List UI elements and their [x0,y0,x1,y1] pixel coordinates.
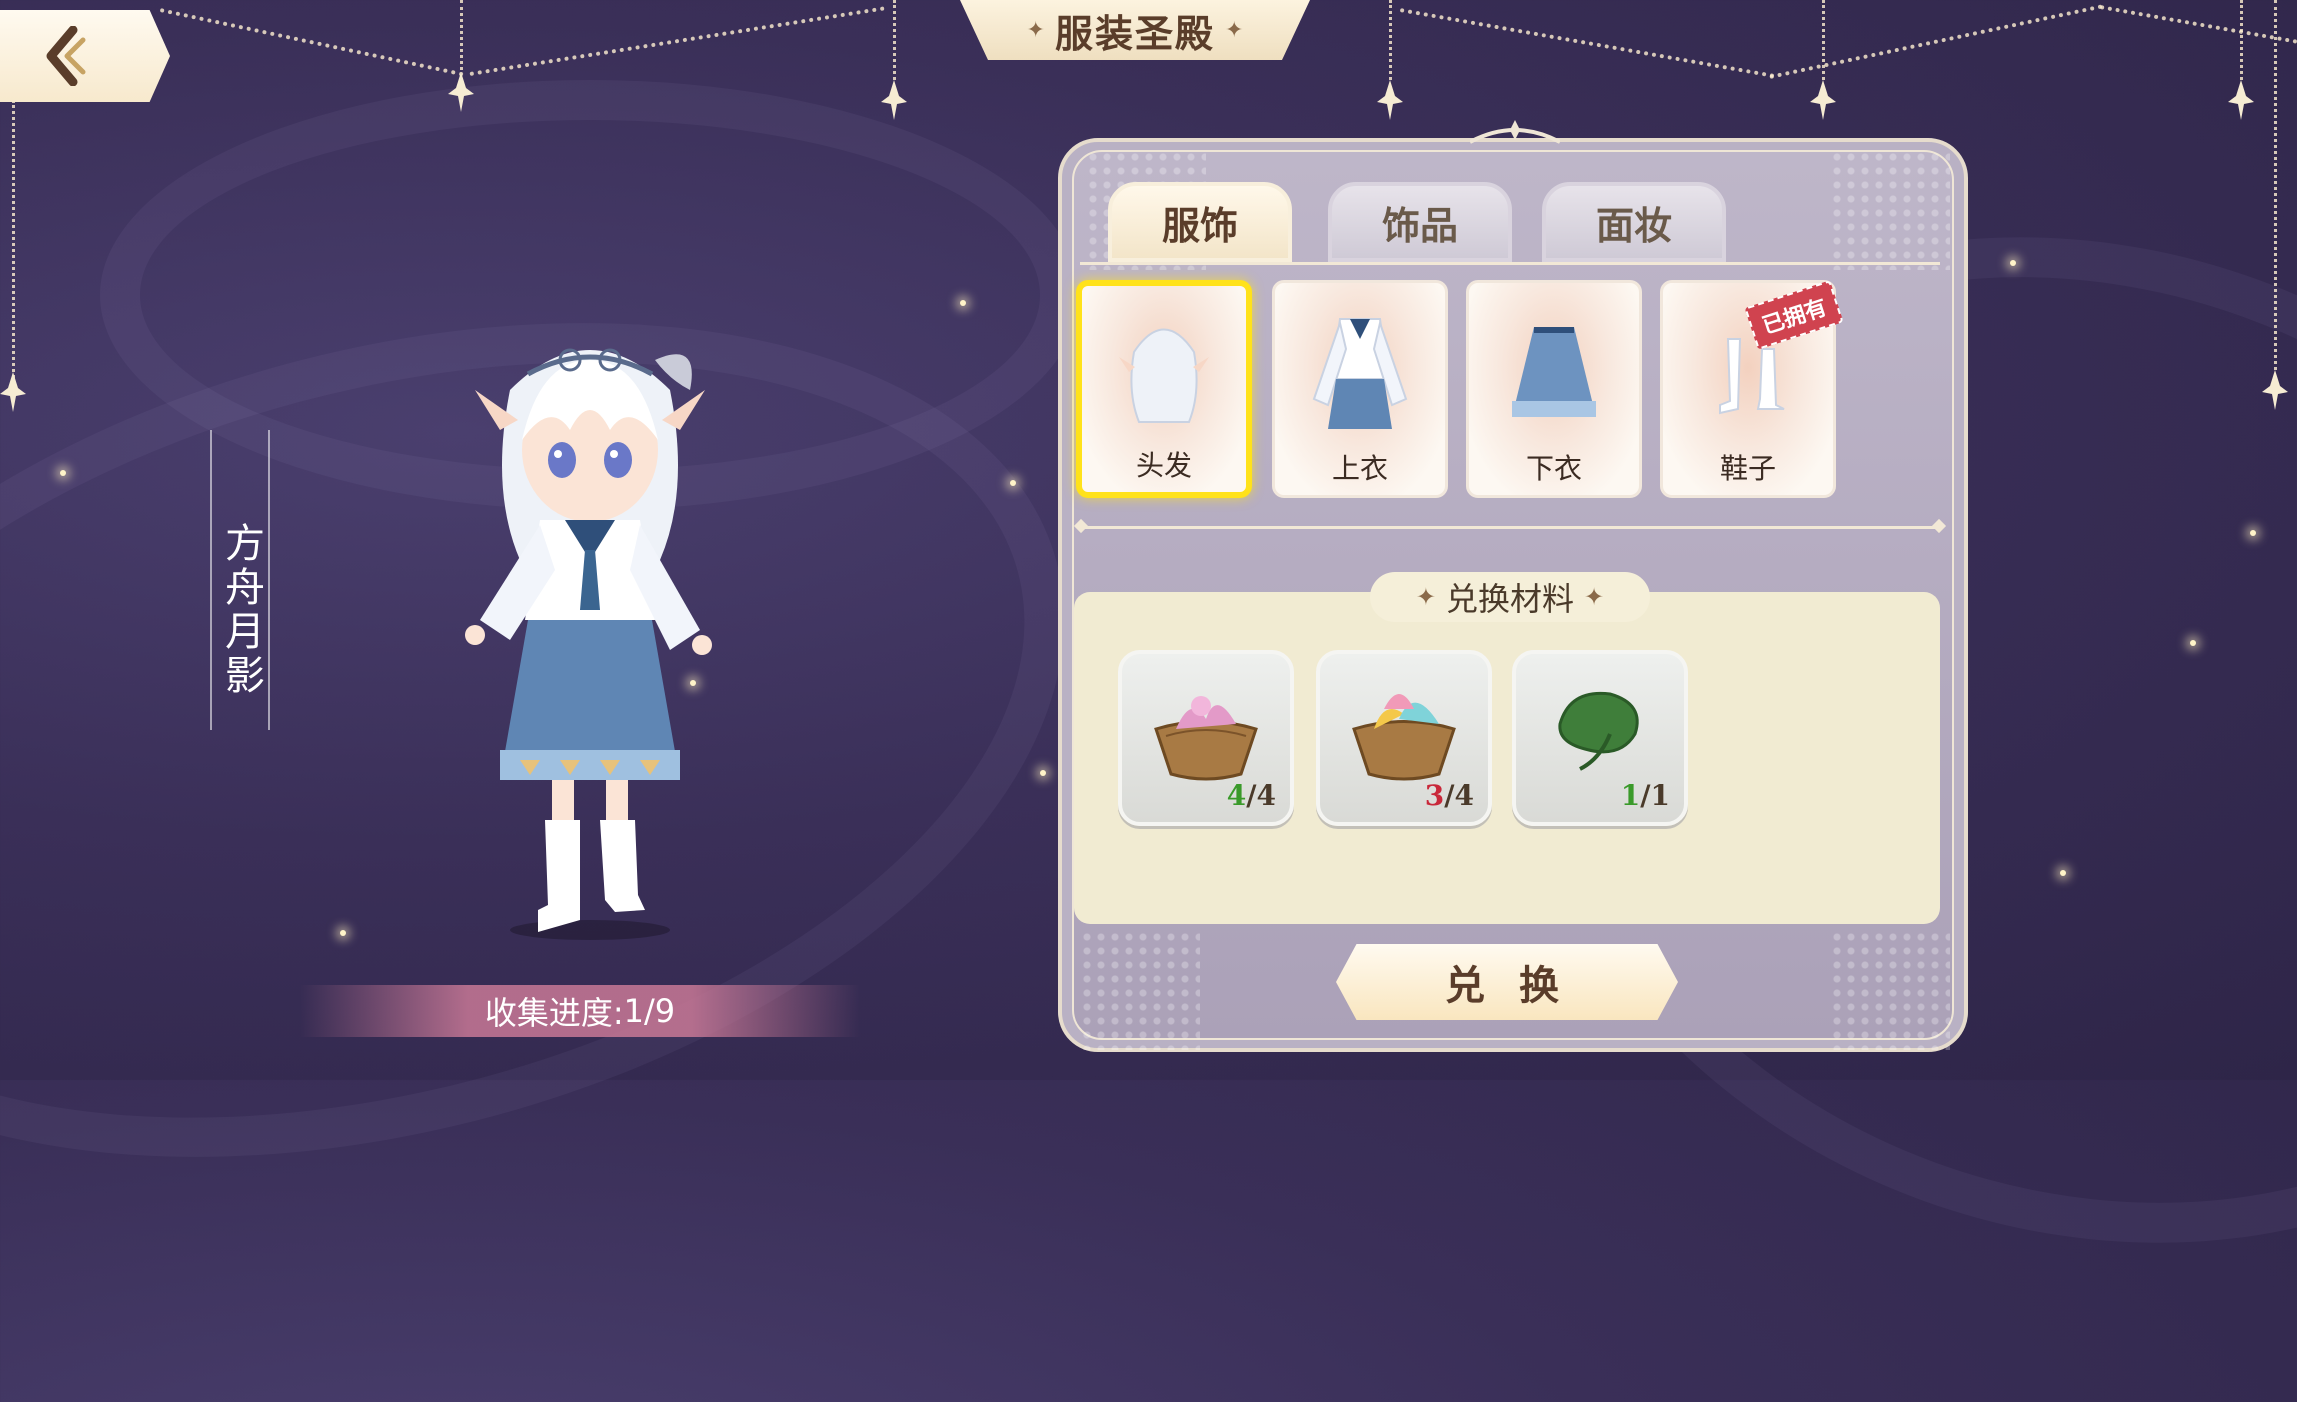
top-chain [1769,4,2104,81]
item-card-hair[interactable]: 头发 [1076,280,1252,498]
material-count: 1/1 [1620,779,1670,812]
sparkle-icon: ✦ [1415,583,1436,611]
sparkle [2190,640,2196,646]
pink-flower-basket-icon [1154,696,1258,781]
materials-title-text: 兑换材料 [1445,580,1574,618]
character-name: 方舟月影 [218,522,264,698]
hair-icon [1119,328,1209,423]
sparkle [2060,870,2066,876]
sparkle [960,300,966,306]
hanging-chain [460,0,465,70]
fleur-ornament-icon [881,80,907,120]
sparkle-icon: ✦ [1584,583,1605,611]
fleur-ornament-icon [2228,80,2254,120]
item-card-top[interactable]: 上衣 [1272,280,1448,498]
progress-value: 1/9 [623,992,676,1030]
progress-label: 收集进度: [484,994,624,1032]
hanging-chain [2274,0,2279,370]
character-model[interactable] [440,320,740,940]
sparkle-icon: ✦ [1225,17,1244,43]
material-item[interactable]: 1/1 [1512,650,1688,826]
sparkle [60,470,66,476]
green-leaf-icon [1558,691,1639,771]
tab-makeup[interactable]: 面妆 [1542,182,1726,262]
item-card-shoes[interactable]: 已拥有 鞋子 [1660,280,1844,498]
chevron-left-icon [46,26,86,86]
back-button[interactable] [0,10,170,102]
item-label: 上衣 [1331,452,1388,485]
item-card-skirt[interactable]: 下衣 [1466,280,1642,498]
hanging-chain [1389,0,1394,80]
sparkle [340,930,346,936]
top-chain [2099,5,2297,46]
lace-pattern [1080,930,1200,1050]
top-chain [469,6,886,78]
tab-label: 饰品 [1381,202,1458,248]
tab-label: 面妆 [1595,202,1672,248]
tab-label: 服饰 [1161,202,1238,248]
top-icon [1312,318,1408,429]
exchange-button[interactable]: 兑 换 [1336,944,1678,1020]
skirt-icon [1512,327,1596,417]
crown-ornament-icon [1470,120,1560,144]
fleur-ornament-icon [1810,80,1836,120]
material-count: 4/4 [1226,779,1276,812]
collection-progress: 收集进度: 1/9 [300,985,860,1037]
sparkle [2250,530,2256,536]
item-label: 鞋子 [1719,452,1776,485]
fleur-ornament-icon [448,72,474,112]
top-chain [159,8,464,79]
material-item[interactable]: 3/4 [1316,650,1492,826]
sparkle-icon: ✦ [1026,17,1045,43]
material-item[interactable]: 4/4 [1118,650,1294,826]
sparkle [1010,480,1016,486]
materials-title: ✦ 兑换材料 ✦ [1370,572,1650,622]
hanging-chain [12,100,17,390]
material-count: 3/4 [1424,779,1474,812]
lace-pattern [1830,930,1950,1050]
top-chain [1399,8,1775,80]
sparkle [2010,260,2016,266]
item-label: 头发 [1135,449,1192,482]
tab-accessories[interactable]: 饰品 [1328,182,1512,262]
hanging-chain [2240,0,2245,80]
fleur-ornament-icon [0,372,26,412]
items-divider [1080,526,1940,529]
hanging-chain [893,0,898,80]
item-label: 下衣 [1525,452,1582,485]
rainbow-petal-basket-icon [1352,694,1456,781]
tab-divider [1080,262,1940,265]
page-title: 服装圣殿 [1054,10,1215,56]
lace-pattern [1830,150,1950,270]
sparkle [1040,770,1046,776]
fleur-ornament-icon [2262,370,2288,410]
tab-clothing[interactable]: 服饰 [1108,182,1292,262]
hanging-chain [1822,0,1827,80]
fleur-ornament-icon [1377,80,1403,120]
title-plate: ✦ 服装圣殿 ✦ [960,0,1310,60]
